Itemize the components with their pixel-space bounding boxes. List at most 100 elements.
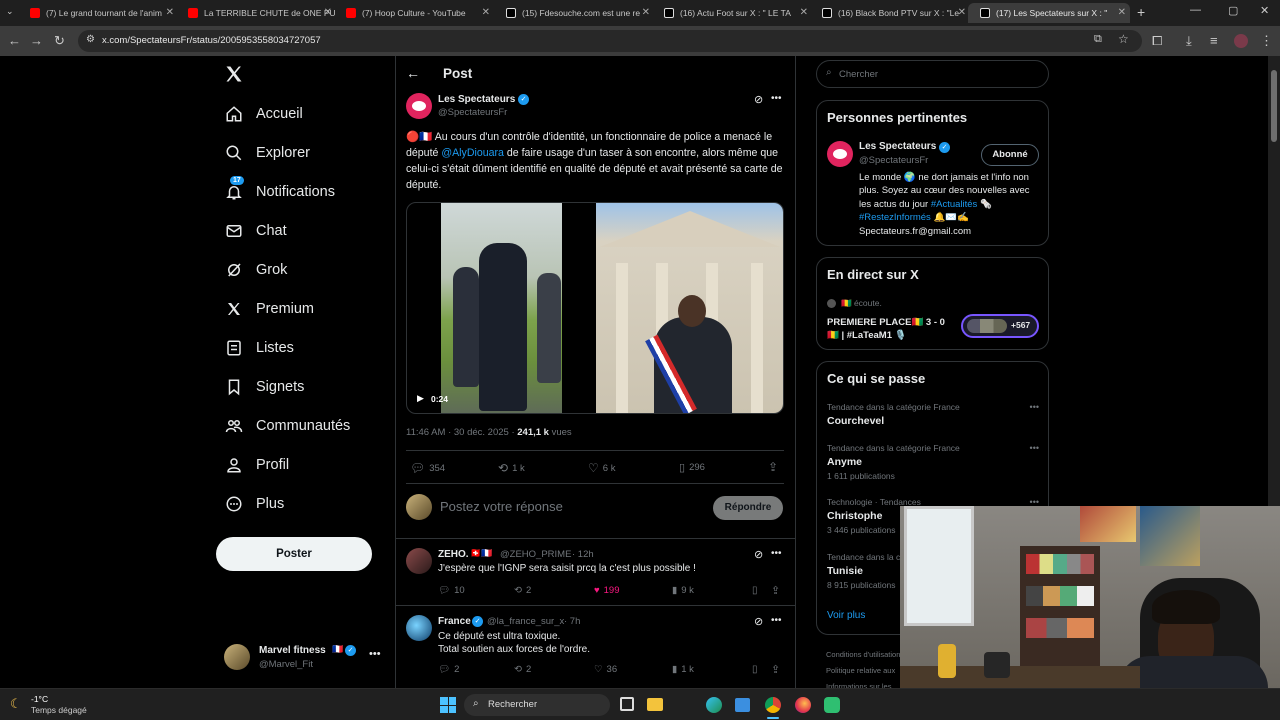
reply-action[interactable]: 💬︎ 354: [410, 461, 445, 475]
nav-item-grok[interactable]: Grok: [224, 255, 287, 285]
profile-name[interactable]: Les Spectateurs: [859, 141, 936, 152]
repost-action[interactable]: ⟲ 2: [514, 585, 531, 596]
start-button[interactable]: [440, 697, 456, 713]
nav-item-plus[interactable]: Plus: [224, 489, 284, 519]
bookmark-action[interactable]: ▯ 296: [679, 461, 705, 474]
mention-link[interactable]: @AlyDiouara: [441, 147, 504, 159]
browser-tab[interactable]: (7) Le grand tournant de l'anim ✕: [18, 3, 178, 23]
nav-item-signets[interactable]: Signets: [224, 372, 304, 402]
avatar[interactable]: [827, 141, 853, 167]
browser-menu-icon[interactable]: ⋮: [1260, 33, 1273, 49]
back-arrow-icon[interactable]: ←: [406, 65, 420, 81]
reply-action[interactable]: 💬︎ 10: [438, 585, 465, 596]
media-icon[interactable]: ≡: [1210, 33, 1218, 49]
scrollbar-thumb[interactable]: [1271, 70, 1277, 142]
close-icon[interactable]: ✕: [642, 3, 650, 23]
browser-tab[interactable]: (15) Fdesouche.com est une re ✕: [494, 3, 654, 23]
reload-icon[interactable]: ↻: [54, 33, 65, 49]
following-button[interactable]: Abonné: [981, 144, 1039, 166]
bookmark-star-icon[interactable]: ☆: [1118, 32, 1129, 46]
close-icon[interactable]: ✕: [1118, 3, 1126, 23]
new-tab-icon[interactable]: +: [1137, 4, 1145, 20]
share-icon[interactable]: ⇪: [771, 584, 780, 597]
nav-item-explorer[interactable]: Explorer: [224, 138, 310, 168]
more-icon[interactable]: •••: [369, 648, 381, 660]
like-action[interactable]: ♥ 199: [594, 585, 620, 596]
hashtag-link[interactable]: #Actualités: [931, 199, 977, 210]
close-icon[interactable]: ✕: [324, 3, 332, 23]
browser-tab[interactable]: (16) Black Bond PTV sur X : "Le ✕: [810, 3, 970, 23]
nav-item-premium[interactable]: Premium: [224, 294, 314, 324]
grok-icon[interactable]: ⊘: [754, 548, 763, 561]
x-logo-icon[interactable]: [224, 64, 246, 86]
search-input[interactable]: ⌕ Chercher: [816, 60, 1049, 88]
author-handle[interactable]: @SpectateursFr: [438, 107, 507, 118]
profile-avatar[interactable]: [1234, 34, 1248, 48]
reply-tweet[interactable]: France ✓ @la_france_sur_x · 7h ⊘ ••• Ce …: [396, 606, 795, 688]
nav-item-chat[interactable]: Chat: [224, 216, 287, 246]
close-icon[interactable]: ✕: [800, 3, 808, 23]
views-action[interactable]: ▮ 9 k: [672, 585, 694, 596]
post-button[interactable]: Poster: [216, 537, 372, 571]
more-icon[interactable]: •••: [1030, 443, 1039, 453]
site-info-icon[interactable]: ⚙: [86, 34, 95, 45]
grok-icon[interactable]: ⊘: [754, 615, 763, 628]
footer-link[interactable]: Conditions d'utilisation: [826, 647, 900, 663]
repost-action[interactable]: ⟲ 2: [514, 664, 531, 675]
store-icon[interactable]: [735, 698, 750, 712]
close-icon[interactable]: ✕: [482, 3, 490, 23]
tab-list-icon[interactable]: ⌄: [6, 6, 14, 17]
nav-item-listes[interactable]: Listes: [224, 333, 294, 363]
nav-item-notifications[interactable]: 17 Notifications: [224, 176, 335, 207]
more-icon[interactable]: •••: [1030, 402, 1039, 412]
address-bar[interactable]: ⚙ x.com/SpectateursFr/status/20059535580…: [78, 30, 1142, 52]
avatar[interactable]: [406, 93, 432, 119]
more-icon[interactable]: •••: [771, 615, 782, 626]
reply-input[interactable]: Postez votre réponse: [440, 499, 563, 514]
space-title[interactable]: PREMIERE PLACE🇬🇳 3 - 0 🇬🇳 | #LaTeaM1 🎙️: [827, 316, 957, 342]
browser-tab-active[interactable]: (17) Les Spectateurs sur X : " ✕: [968, 3, 1130, 23]
maximize-icon[interactable]: ▢: [1228, 4, 1238, 17]
like-action[interactable]: ♡ 6 k: [588, 461, 615, 475]
share-action[interactable]: ⇪: [768, 460, 778, 474]
see-more-link[interactable]: Voir plus: [827, 610, 865, 621]
reply-tweet[interactable]: ZEHO. 🇨🇭🇫🇷 @ZEHO_PRIME · 12h ⊘ ••• J'esp…: [396, 539, 795, 605]
more-icon[interactable]: •••: [771, 548, 782, 559]
grok-icon[interactable]: ⊘: [754, 93, 763, 106]
share-icon[interactable]: ⇪: [771, 663, 780, 676]
reply-button[interactable]: Répondre: [713, 496, 783, 520]
close-window-icon[interactable]: ✕: [1260, 4, 1269, 17]
extensions-icon[interactable]: ⧠: [1152, 33, 1162, 49]
more-icon[interactable]: •••: [771, 93, 782, 104]
browser-tab[interactable]: La TERRIBLE CHUTE de ONE PU ✕: [176, 3, 336, 23]
taskbar-search[interactable]: ⌕ Rechercher: [464, 694, 610, 716]
app-icon[interactable]: [824, 697, 840, 713]
forward-arrow-icon[interactable]: →: [30, 33, 43, 49]
play-icon[interactable]: ▶: [417, 393, 424, 404]
file-explorer-icon[interactable]: [647, 698, 663, 711]
nav-item-profil[interactable]: Profil: [224, 450, 289, 480]
browser-tab[interactable]: (16) Actu Foot sur X : " LE TA ✕: [652, 3, 812, 23]
back-arrow-icon[interactable]: ←: [8, 33, 21, 49]
author-name[interactable]: Les Spectateurs: [438, 94, 515, 105]
browser-tab[interactable]: (7) Hoop Culture - YouTube ✕: [334, 3, 494, 23]
trend-item[interactable]: Tendance dans la catégorie France Courch…: [827, 402, 1039, 442]
weather-icon[interactable]: ☾: [10, 696, 22, 712]
bookmark-icon[interactable]: ▯: [752, 585, 758, 596]
trend-item[interactable]: Tendance dans la catégorie France Anyme …: [827, 443, 1039, 491]
nav-item-accueil[interactable]: Accueil: [224, 99, 303, 129]
post-video[interactable]: ▶ 0:24: [406, 202, 784, 414]
bookmark-icon[interactable]: ▯: [752, 664, 758, 675]
account-switcher[interactable]: Marvel fitness 🇫🇷 ✓ @Marvel_Fit •••: [224, 642, 384, 674]
join-space-button[interactable]: +567: [961, 314, 1039, 338]
hashtag-link[interactable]: #RestezInformés: [859, 212, 931, 223]
repost-action[interactable]: ⟲ 1 k: [498, 461, 525, 475]
download-icon[interactable]: ⤓: [1186, 33, 1192, 49]
footer-link[interactable]: Politique relative aux: [826, 663, 900, 679]
minimize-icon[interactable]: —: [1190, 4, 1201, 16]
firefox-icon[interactable]: [795, 697, 811, 713]
nav-item-communautes[interactable]: Communautés: [224, 411, 350, 441]
install-app-icon[interactable]: ⧉: [1094, 33, 1102, 46]
task-view-icon[interactable]: [620, 697, 634, 711]
chrome-icon[interactable]: [765, 697, 781, 713]
